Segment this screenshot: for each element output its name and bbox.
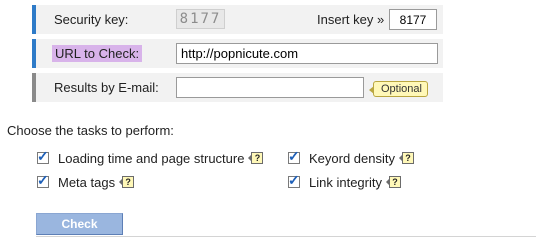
- link-integrity-checkbox[interactable]: ✓: [288, 172, 300, 188]
- url-input[interactable]: [176, 43, 438, 64]
- checkmark-icon: ✓: [37, 148, 49, 164]
- insert-key-label: Insert key »: [317, 12, 385, 27]
- checkmark-icon: ✓: [288, 148, 300, 164]
- task-keyword-density: ✓ Keyord density ?: [288, 149, 414, 167]
- email-label: Results by E-mail:: [54, 80, 159, 95]
- task-label: Keyord density: [309, 150, 395, 166]
- optional-badge: Optional: [369, 81, 428, 97]
- meta-tags-checkbox[interactable]: ✓: [37, 172, 49, 188]
- checkmark-icon: ✓: [37, 172, 49, 188]
- help-icon[interactable]: ?: [385, 176, 401, 188]
- security-key-row: Security key: 8177 Insert key »: [32, 5, 443, 34]
- task-label: Link integrity: [309, 174, 382, 190]
- task-label: Loading time and page structure: [58, 150, 245, 166]
- url-label: URL to Check:: [52, 45, 143, 62]
- keyword-density-checkbox[interactable]: ✓: [288, 148, 300, 164]
- divider-line: [36, 236, 536, 237]
- insert-key-input[interactable]: [389, 9, 437, 30]
- email-input[interactable]: [176, 77, 364, 98]
- url-row: URL to Check:: [32, 39, 443, 68]
- check-button[interactable]: Check: [36, 213, 123, 235]
- checkmark-icon: ✓: [288, 172, 300, 188]
- task-loading-time: ✓ Loading time and page structure ?: [37, 148, 264, 167]
- tasks-heading: Choose the tasks to perform:: [7, 123, 174, 138]
- loading-time-checkbox[interactable]: ✓: [37, 148, 49, 164]
- help-icon[interactable]: ?: [399, 152, 414, 164]
- task-meta-tags: ✓ Meta tags ?: [37, 172, 135, 191]
- help-icon[interactable]: ?: [248, 152, 264, 164]
- captcha-image: 8177: [176, 9, 225, 29]
- task-link-integrity: ✓ Link integrity ?: [288, 173, 401, 191]
- security-key-label: Security key:: [54, 12, 129, 27]
- task-label: Meta tags: [58, 174, 116, 190]
- help-icon[interactable]: ?: [119, 176, 135, 188]
